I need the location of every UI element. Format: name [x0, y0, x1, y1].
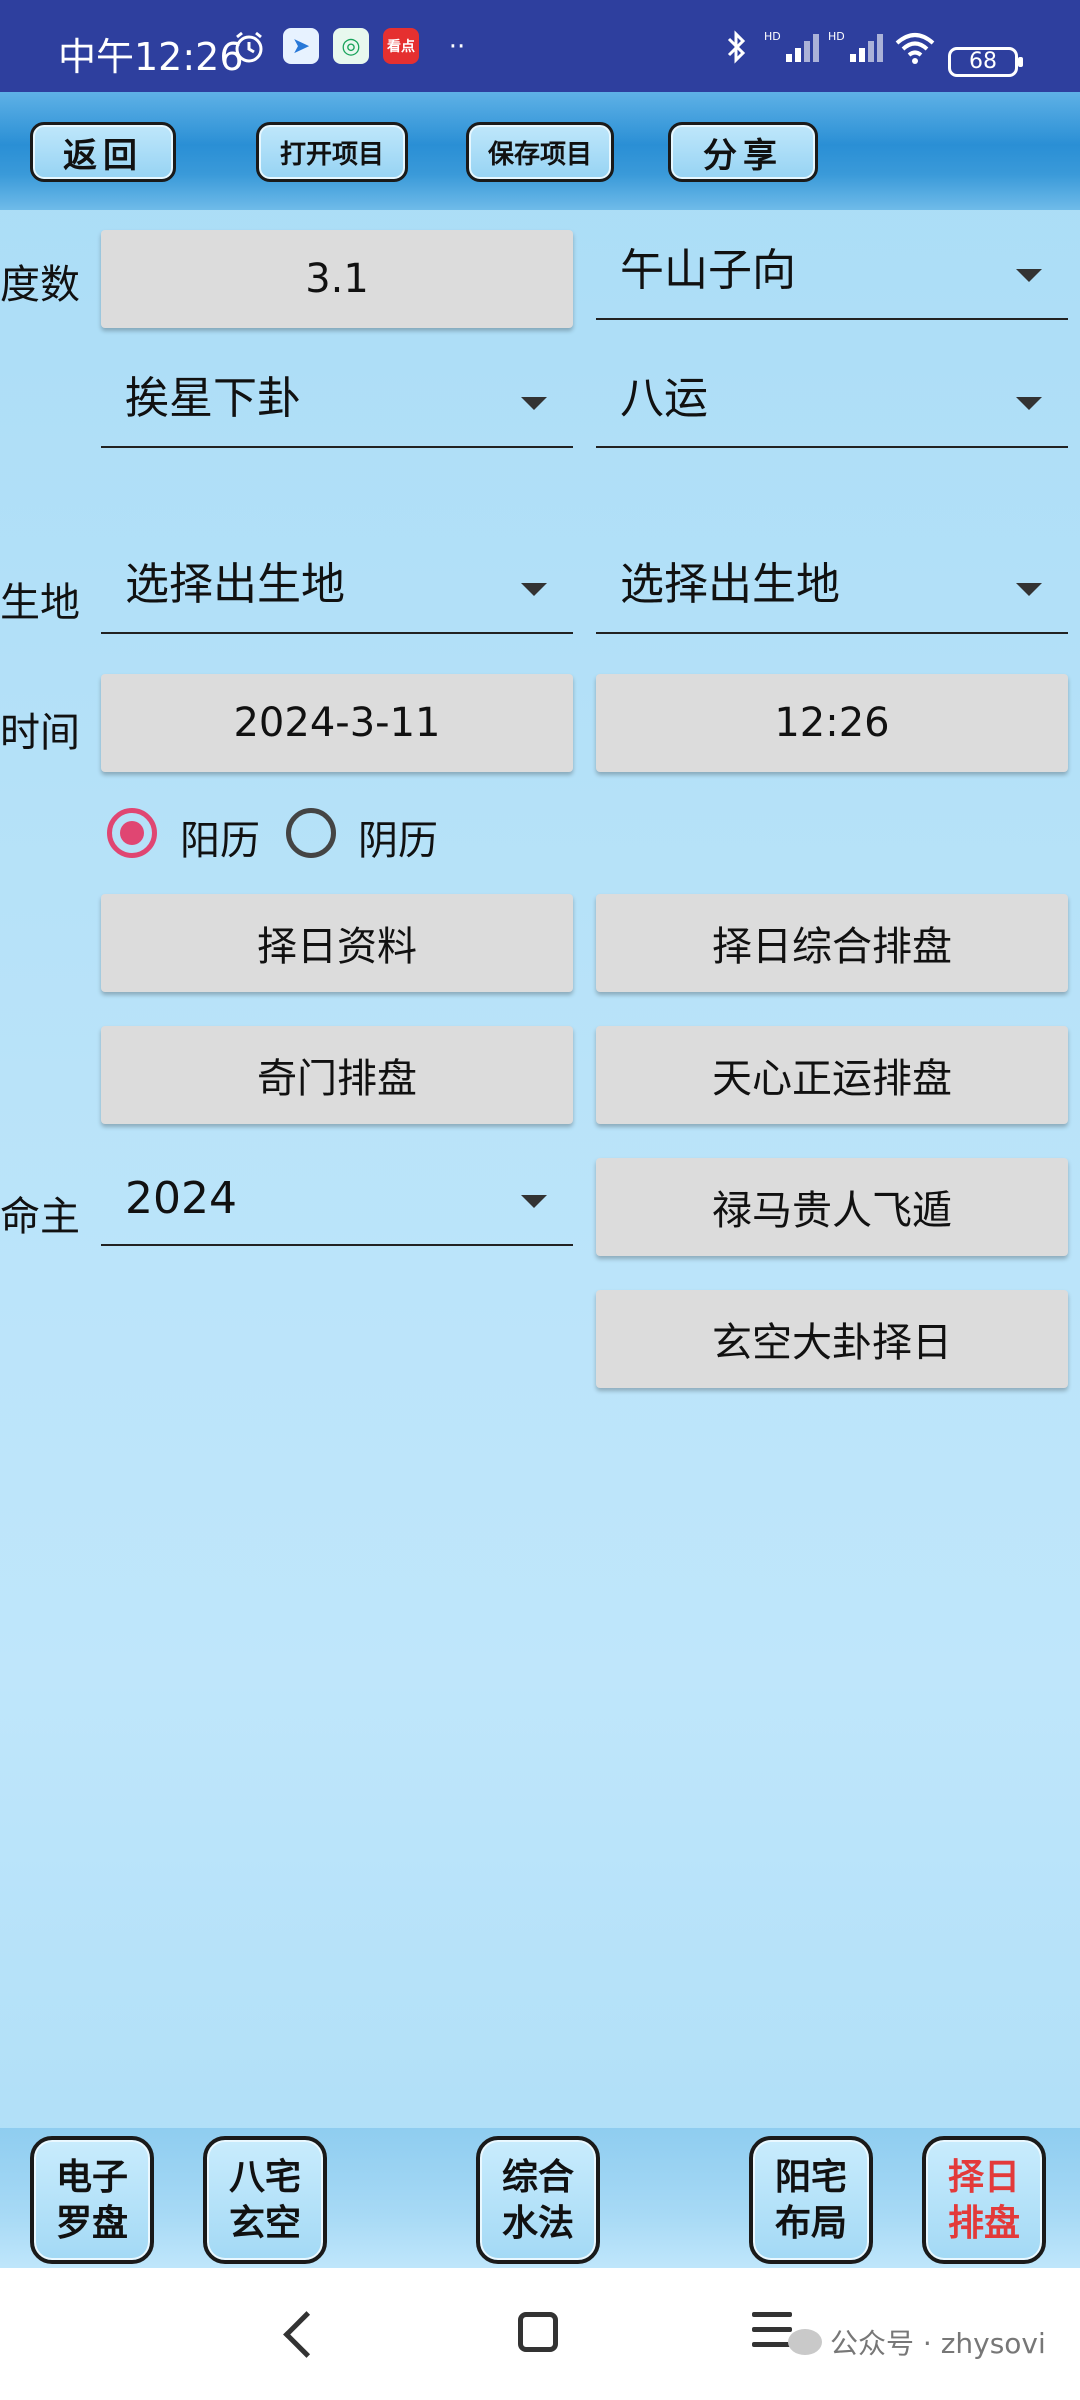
star-mode-value: 挨星下卦	[125, 373, 301, 424]
birthplace-label: 生地	[0, 580, 80, 626]
bluetooth-icon	[722, 26, 752, 68]
module-label-line2: 布局	[774, 2202, 847, 2244]
owner-year-dropdown[interactable]: 2024	[101, 1148, 573, 1246]
module-label-line1: 阳宅	[774, 2156, 847, 2198]
nav-back-icon[interactable]	[283, 2311, 330, 2358]
module-label-line1: 择日	[947, 2156, 1020, 2198]
app-notification-icon: ◎	[333, 28, 369, 64]
more-notifications-icon: ··	[448, 32, 466, 62]
module-house-layout-button[interactable]: 阳宅 布局	[749, 2136, 873, 2264]
dropdown-arrow-icon	[1016, 583, 1042, 596]
date-chart-button[interactable]: 择日综合排盘	[596, 894, 1068, 992]
dropdown-arrow-icon	[1016, 269, 1042, 282]
module-compass-button[interactable]: 电子 罗盘	[30, 2136, 154, 2264]
module-date-chart-button[interactable]: 择日 排盘	[922, 2136, 1046, 2264]
mountain-direction-value: 午山子向	[620, 245, 796, 296]
lu-ma-button[interactable]: 禄马贵人飞遁	[596, 1158, 1068, 1256]
module-label-line2: 水法	[501, 2202, 574, 2244]
xuankong-date-button[interactable]: 玄空大卦择日	[596, 1290, 1068, 1388]
wifi-icon	[892, 26, 938, 68]
time-label: 时间	[0, 710, 80, 756]
solar-calendar-radio[interactable]	[107, 808, 157, 858]
open-project-button[interactable]: 打开项目	[256, 122, 408, 182]
dropdown-arrow-icon	[521, 583, 547, 596]
alarm-icon	[230, 26, 268, 68]
module-label-line1: 综合	[501, 2156, 574, 2198]
module-water-method-button[interactable]: 综合 水法	[476, 2136, 600, 2264]
birthplace-dropdown-1[interactable]: 选择出生地	[101, 536, 573, 634]
dropdown-arrow-icon	[521, 1195, 547, 1208]
lunar-calendar-radio[interactable]	[286, 808, 336, 858]
watermark: 公众号 · zhysovi	[788, 2322, 1046, 2362]
toolbar: 返回 打开项目 保存项目 分享	[0, 92, 1080, 210]
watermark-text: 公众号 · zhysovi	[830, 2327, 1046, 2360]
star-mode-dropdown[interactable]: 挨星下卦	[101, 350, 573, 448]
status-bar: 中午12:26 ➤ ◎ 看点 ·· HD HD 68	[0, 0, 1080, 92]
status-time: 中午12:26	[58, 35, 244, 79]
signal-icon: HD	[762, 26, 824, 68]
degree-value-field[interactable]: 3.1	[101, 230, 573, 328]
owner-year-value: 2024	[125, 1173, 237, 1224]
date-info-button[interactable]: 择日资料	[101, 894, 573, 992]
svg-text:HD: HD	[828, 30, 845, 43]
lunar-calendar-label[interactable]: 阴历	[358, 808, 438, 866]
dropdown-arrow-icon	[521, 397, 547, 410]
period-value: 八运	[620, 373, 708, 424]
birthplace-value-1: 选择出生地	[125, 559, 345, 610]
back-button[interactable]: 返回	[30, 122, 176, 182]
app-notification-icon: ➤	[283, 28, 319, 64]
degree-label: 度数	[0, 262, 80, 308]
share-button[interactable]: 分享	[668, 122, 818, 182]
module-bar: 电子 罗盘 八宅 玄空 综合 水法 阳宅 布局 择日 排盘	[0, 2128, 1080, 2268]
battery-icon: 68	[948, 47, 1023, 77]
module-label-line2: 玄空	[228, 2202, 301, 2244]
wechat-icon	[788, 2329, 822, 2355]
module-label-line1: 电子	[55, 2156, 128, 2198]
save-project-button[interactable]: 保存项目	[466, 122, 614, 182]
nav-home-icon[interactable]	[518, 2312, 558, 2352]
module-label-line2: 排盘	[947, 2202, 1020, 2244]
birthplace-dropdown-2[interactable]: 选择出生地	[596, 536, 1068, 634]
date-picker-button[interactable]: 2024-3-11	[101, 674, 573, 772]
module-label-line2: 罗盘	[55, 2202, 128, 2244]
dropdown-arrow-icon	[1016, 397, 1042, 410]
qimen-chart-button[interactable]: 奇门排盘	[101, 1026, 573, 1124]
mountain-direction-dropdown[interactable]: 午山子向	[596, 222, 1068, 320]
time-picker-button[interactable]: 12:26	[596, 674, 1068, 772]
signal-icon: HD	[826, 26, 888, 68]
nav-recents-icon[interactable]	[752, 2312, 792, 2357]
tianxin-chart-button[interactable]: 天心正运排盘	[596, 1026, 1068, 1124]
birthplace-value-2: 选择出生地	[620, 559, 840, 610]
module-label-line1: 八宅	[228, 2156, 301, 2198]
svg-text:HD: HD	[764, 30, 781, 43]
owner-label: 命主	[0, 1194, 80, 1240]
app-notification-icon: 看点	[383, 28, 419, 64]
period-dropdown[interactable]: 八运	[596, 350, 1068, 448]
module-bazhai-button[interactable]: 八宅 玄空	[203, 2136, 327, 2264]
solar-calendar-label[interactable]: 阳历	[180, 808, 260, 866]
